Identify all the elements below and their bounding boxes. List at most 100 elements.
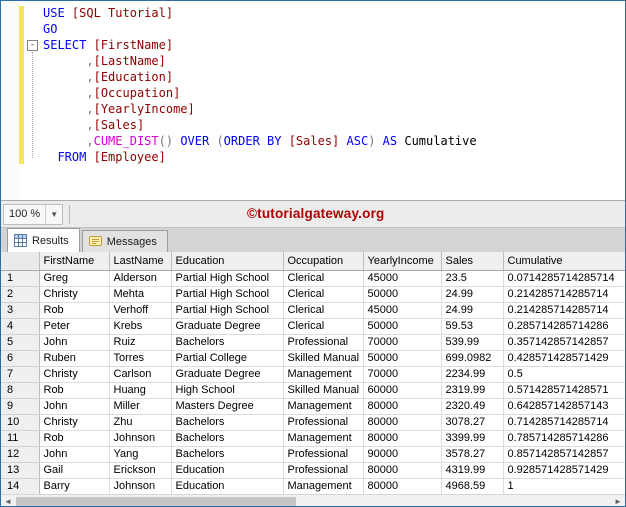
grid-cell[interactable]: Rob [39, 382, 110, 399]
column-header[interactable]: Sales [441, 252, 504, 271]
grid-cell[interactable]: 0.285714285714286 [503, 318, 625, 335]
grid-cell[interactable]: 539.99 [441, 334, 504, 351]
column-header[interactable]: LastName [109, 252, 172, 271]
grid-cell[interactable]: 50000 [363, 318, 442, 335]
grid-cell[interactable]: Professional [283, 414, 364, 431]
grid-cell[interactable]: 3578.27 [441, 446, 504, 463]
grid-cell[interactable]: 0.0714285714285714 [503, 270, 625, 287]
grid-cell[interactable]: 0.5 [503, 366, 625, 383]
code-lines[interactable]: USE [SQL Tutorial] GO SELECT [FirstName] ,… [1, 1, 625, 200]
grid-cell[interactable]: 24.99 [441, 302, 504, 319]
column-header[interactable]: Cumulative [503, 252, 625, 271]
row-number[interactable]: 3 [1, 302, 40, 319]
column-header[interactable]: Education [171, 252, 284, 271]
grid-cell[interactable]: Mehta [109, 286, 172, 303]
grid-cell[interactable]: 2234.99 [441, 366, 504, 383]
grid-cell[interactable]: High School [171, 382, 284, 399]
grid-cell[interactable]: Johnson [109, 430, 172, 447]
grid-cell[interactable]: 23.5 [441, 270, 504, 287]
grid-cell[interactable]: Masters Degree [171, 398, 284, 415]
grid-cell[interactable]: Skilled Manual [283, 382, 364, 399]
grid-cell[interactable]: Alderson [109, 270, 172, 287]
grid-cell[interactable]: 50000 [363, 350, 442, 367]
row-number[interactable]: 10 [1, 414, 40, 431]
grid-cell[interactable]: Ruben [39, 350, 110, 367]
grid-cell[interactable]: John [39, 446, 110, 463]
grid-cell[interactable]: Johnson [109, 478, 172, 494]
grid-cell[interactable]: Education [171, 462, 284, 479]
grid-cell[interactable]: Peter [39, 318, 110, 335]
zoom-control[interactable]: 100 % ▼ [3, 203, 64, 225]
grid-cell[interactable]: Graduate Degree [171, 366, 284, 383]
query-editor[interactable]: - USE [SQL Tutorial] GO SELECT [FirstName]… [1, 1, 625, 200]
grid-cell[interactable]: Clerical [283, 270, 364, 287]
grid-cell[interactable]: 0.571428571428571 [503, 382, 625, 399]
select-all-corner[interactable] [1, 252, 40, 271]
grid-cell[interactable]: 4968.59 [441, 478, 504, 494]
scroll-right-icon[interactable]: ► [611, 495, 625, 506]
grid-cell[interactable]: 4319.99 [441, 462, 504, 479]
grid-cell[interactable]: John [39, 398, 110, 415]
grid-cell[interactable]: 80000 [363, 414, 442, 431]
grid-cell[interactable]: 90000 [363, 446, 442, 463]
tab-messages[interactable]: Messages [81, 230, 168, 252]
grid-cell[interactable]: 70000 [363, 366, 442, 383]
grid-cell[interactable]: Clerical [283, 302, 364, 319]
grid-cell[interactable]: 45000 [363, 302, 442, 319]
grid-cell[interactable]: 45000 [363, 270, 442, 287]
grid-cell[interactable]: Christy [39, 414, 110, 431]
grid-cell[interactable]: Professional [283, 334, 364, 351]
grid-cell[interactable]: 24.99 [441, 286, 504, 303]
row-number[interactable]: 5 [1, 334, 40, 351]
grid-cell[interactable]: Education [171, 478, 284, 494]
grid-cell[interactable]: Bachelors [171, 334, 284, 351]
grid-cell[interactable]: 50000 [363, 286, 442, 303]
grid-cell[interactable]: Professional [283, 446, 364, 463]
row-number[interactable]: 2 [1, 286, 40, 303]
row-number[interactable]: 8 [1, 382, 40, 399]
grid-cell[interactable]: Gail [39, 462, 110, 479]
grid-cell[interactable]: Bachelors [171, 430, 284, 447]
grid-cell[interactable]: 1 [503, 478, 625, 494]
grid-cell[interactable]: 60000 [363, 382, 442, 399]
grid-cell[interactable]: 3399.99 [441, 430, 504, 447]
grid-cell[interactable]: 0.714285714285714 [503, 414, 625, 431]
grid-cell[interactable]: Partial College [171, 350, 284, 367]
grid-cell[interactable]: 0.428571428571429 [503, 350, 625, 367]
grid-cell[interactable]: Yang [109, 446, 172, 463]
grid-cell[interactable]: 699.0982 [441, 350, 504, 367]
grid-cell[interactable]: Clerical [283, 318, 364, 335]
grid-cell[interactable]: 80000 [363, 430, 442, 447]
row-number[interactable]: 6 [1, 350, 40, 367]
row-number[interactable]: 11 [1, 430, 40, 447]
grid-cell[interactable]: 80000 [363, 462, 442, 479]
row-number[interactable]: 12 [1, 446, 40, 463]
grid-cell[interactable]: Zhu [109, 414, 172, 431]
tab-results[interactable]: Results [7, 228, 80, 252]
row-number[interactable]: 4 [1, 318, 40, 335]
row-number[interactable]: 13 [1, 462, 40, 479]
grid-cell[interactable]: Christy [39, 366, 110, 383]
grid-cell[interactable]: Management [283, 366, 364, 383]
grid-cell[interactable]: Management [283, 430, 364, 447]
grid-cell[interactable]: 0.214285714285714 [503, 286, 625, 303]
grid-cell[interactable]: 0.214285714285714 [503, 302, 625, 319]
grid-cell[interactable]: Professional [283, 462, 364, 479]
column-header[interactable]: YearlyIncome [363, 252, 442, 271]
grid-cell[interactable]: Graduate Degree [171, 318, 284, 335]
grid-cell[interactable]: Management [283, 398, 364, 415]
grid-cell[interactable]: 0.642857142857143 [503, 398, 625, 415]
grid-cell[interactable]: 80000 [363, 478, 442, 494]
grid-cell[interactable]: Skilled Manual [283, 350, 364, 367]
grid-cell[interactable]: Torres [109, 350, 172, 367]
row-number[interactable]: 9 [1, 398, 40, 415]
grid-cell[interactable]: 3078.27 [441, 414, 504, 431]
grid-cell[interactable]: Partial High School [171, 270, 284, 287]
grid-cell[interactable]: Clerical [283, 286, 364, 303]
grid-cell[interactable]: Miller [109, 398, 172, 415]
grid-cell[interactable]: Huang [109, 382, 172, 399]
row-number[interactable]: 14 [1, 478, 40, 494]
grid-cell[interactable]: 0.857142857142857 [503, 446, 625, 463]
scroll-left-icon[interactable]: ◄ [1, 495, 15, 506]
grid-cell[interactable]: Bachelors [171, 446, 284, 463]
